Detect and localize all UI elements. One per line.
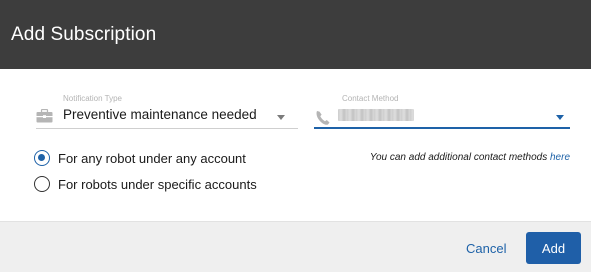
dialog-footer: Cancel Add (0, 221, 591, 272)
briefcase-icon (36, 109, 53, 123)
radio-label-specific-accounts: For robots under specific accounts (58, 176, 257, 192)
notification-type-label: Notification Type (63, 94, 122, 103)
radio-button-unchecked[interactable] (34, 176, 50, 192)
contact-method-label: Contact Method (342, 94, 399, 103)
phone-icon (316, 111, 330, 125)
add-contact-methods-link[interactable]: here (550, 152, 570, 163)
radio-button-checked[interactable] (34, 150, 50, 166)
radio-any-robot[interactable]: For any robot under any account (34, 150, 246, 166)
chevron-down-icon[interactable] (556, 115, 564, 120)
chevron-down-icon[interactable] (277, 115, 285, 120)
radio-specific-accounts[interactable]: For robots under specific accounts (34, 176, 257, 192)
dialog-title: Add Subscription (11, 23, 157, 45)
radio-label-any-robot: For any robot under any account (58, 150, 246, 166)
contact-method-underline (314, 127, 570, 129)
contact-methods-hint: You can add additional contact methods h… (370, 152, 570, 163)
dialog-header: Add Subscription (0, 0, 591, 69)
notification-type-underline (36, 128, 298, 129)
add-button[interactable]: Add (526, 232, 581, 264)
contact-method-value-redacted (338, 109, 414, 121)
notification-type-value: Preventive maintenance needed (63, 107, 257, 122)
add-subscription-dialog: Add Subscription Notification Type Preve… (0, 0, 591, 272)
dialog-body: Notification Type Preventive maintenance… (0, 69, 591, 221)
cancel-button[interactable]: Cancel (458, 236, 514, 260)
hint-text: You can add additional contact methods (369, 152, 550, 163)
